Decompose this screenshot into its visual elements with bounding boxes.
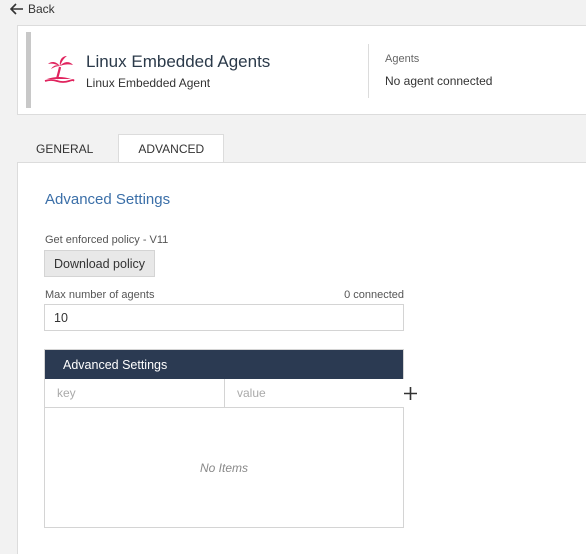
max-agents-input[interactable] [44, 304, 404, 331]
section-title: Advanced Settings [45, 191, 171, 208]
table-header: Advanced Settings [45, 350, 403, 379]
max-agents-label: Max number of agents [45, 289, 155, 301]
header-title: Linux Embedded Agents [86, 52, 271, 71]
add-setting-button[interactable] [404, 379, 417, 407]
advanced-panel: Advanced Settings Get enforced policy - … [17, 163, 586, 554]
agents-status: No agent connected [385, 74, 493, 88]
tab-bar: GENERAL ADVANCED [17, 134, 225, 163]
tab-advanced[interactable]: ADVANCED [118, 134, 225, 163]
plus-icon [404, 386, 417, 400]
table-input-row [45, 379, 417, 408]
palm-island-logo [44, 56, 75, 83]
back-label: Back [28, 2, 55, 16]
value-input[interactable] [225, 379, 404, 407]
header-subtitle: Linux Embedded Agent [86, 76, 211, 90]
agents-label: Agents [385, 53, 420, 65]
arrow-left-icon [10, 3, 23, 15]
tab-general[interactable]: GENERAL [17, 134, 112, 163]
download-policy-button[interactable]: Download policy [44, 250, 155, 277]
header-divider [368, 44, 369, 98]
back-link[interactable]: Back [10, 0, 55, 18]
key-input[interactable] [45, 379, 225, 407]
advanced-settings-table: Advanced Settings No Items [44, 349, 417, 528]
empty-state: No Items [199, 460, 248, 475]
header-accent-bar [26, 32, 31, 108]
agent-header-card: Linux Embedded Agents Linux Embedded Age… [17, 25, 586, 115]
connected-count: 0 connected [344, 289, 404, 301]
policy-label: Get enforced policy - V11 [45, 234, 169, 246]
